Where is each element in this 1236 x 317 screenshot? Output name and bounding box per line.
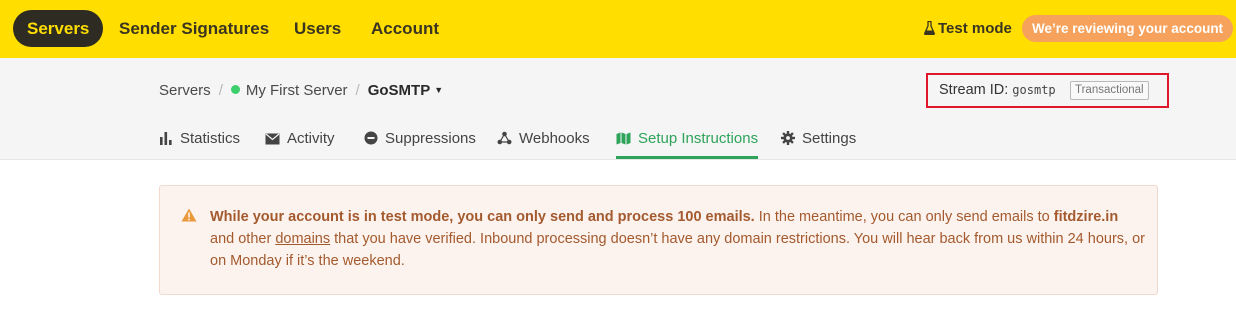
- webhook-icon: [497, 131, 512, 145]
- tab-label: Activity: [287, 130, 335, 147]
- tab-label: Settings: [802, 130, 857, 147]
- tab-label: Webhooks: [519, 130, 590, 147]
- test-mode-label: Test mode: [938, 20, 1012, 37]
- caret-down-icon: ▼: [434, 85, 444, 95]
- stream-type-badge: Transactional: [1070, 81, 1149, 100]
- tab-label: Suppressions: [385, 130, 476, 147]
- tab-webhooks[interactable]: Webhooks: [497, 130, 590, 159]
- tab-setup-instructions[interactable]: Setup Instructions: [616, 130, 759, 159]
- tab-suppressions[interactable]: Suppressions: [364, 130, 476, 159]
- breadcrumb-separator: /: [218, 82, 223, 99]
- flask-icon: [924, 20, 935, 36]
- map-icon: [616, 132, 631, 145]
- breadcrumb-servers[interactable]: Servers: [159, 82, 211, 99]
- stream-id-highlight: Stream ID: gosmtp Transactional: [926, 73, 1169, 108]
- tab-statistics[interactable]: Statistics: [159, 130, 240, 159]
- tab-label: Statistics: [180, 130, 241, 147]
- tab-activity[interactable]: Activity: [265, 130, 335, 159]
- breadcrumb: Servers / My First Server / GoSMTP ▼: [159, 80, 443, 100]
- stream-id-label: Stream ID: gosmtp: [939, 82, 1056, 98]
- nav-users[interactable]: Users: [294, 10, 341, 47]
- tab-settings[interactable]: Settings: [781, 130, 856, 159]
- stream-id-text: Stream ID:: [939, 82, 1009, 98]
- breadcrumb-stream-dropdown[interactable]: GoSMTP ▼: [368, 82, 443, 99]
- breadcrumb-stream-label: GoSMTP: [367, 82, 431, 99]
- bar-chart-icon: [160, 132, 172, 145]
- nav-servers[interactable]: Servers: [13, 10, 104, 47]
- envelope-icon: [265, 133, 280, 145]
- alert-text-part: that you have verified. Inbound processi…: [210, 231, 1145, 269]
- alert-message: While your account is in test mode, you …: [210, 206, 1145, 272]
- nav-account[interactable]: Account: [371, 10, 439, 47]
- server-status-dot: [230, 85, 240, 94]
- domains-link[interactable]: domains: [275, 231, 330, 247]
- alert-text-part: In the meantime, you can only send email…: [754, 209, 1054, 225]
- server-tabs: Statistics Activity Suppressions Webhook…: [0, 126, 1236, 159]
- alert-domain: fitdzire.in: [1053, 209, 1119, 225]
- nav-sender-signatures[interactable]: Sender Signatures: [119, 10, 269, 47]
- server-subheader: Servers / My First Server / GoSMTP ▼ Stream I…: [0, 58, 1236, 160]
- stream-id-value: gosmtp: [1012, 83, 1056, 97]
- test-mode-alert: While your account is in test mode, you …: [159, 185, 1158, 295]
- breadcrumb-separator: /: [355, 82, 360, 99]
- minus-circle-icon: [364, 131, 378, 145]
- alert-text-part: and other: [210, 231, 276, 247]
- test-mode-indicator[interactable]: Test mode: [924, 10, 1012, 47]
- warning-icon: [181, 208, 197, 222]
- alert-bold-text: While your account is in test mode, you …: [210, 209, 755, 225]
- review-status-badge[interactable]: We’re reviewing your account: [1022, 15, 1234, 42]
- breadcrumb-server[interactable]: My First Server: [246, 82, 348, 99]
- tab-label: Setup Instructions: [638, 130, 759, 147]
- gear-icon: [781, 131, 795, 145]
- top-navbar: Servers Sender Signatures Users Account …: [0, 0, 1236, 58]
